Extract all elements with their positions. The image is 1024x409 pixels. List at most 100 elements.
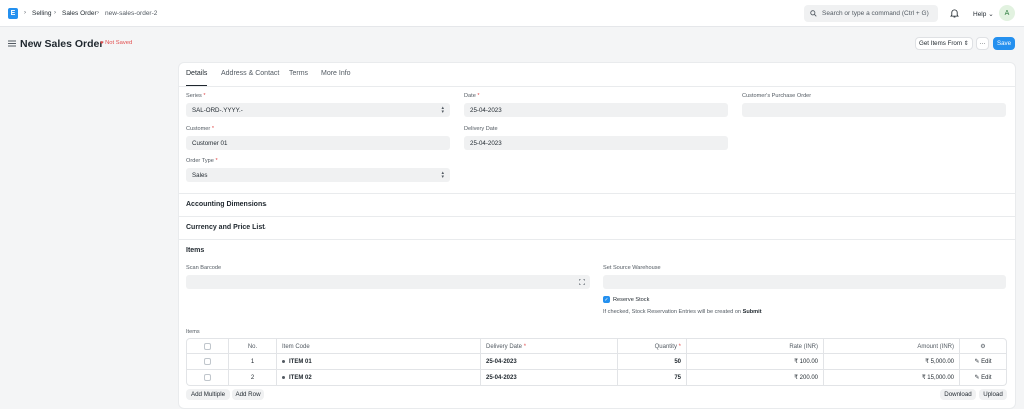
search-input[interactable]: Search or type a command (Ctrl + G) <box>804 5 938 22</box>
items-table-label: Items <box>186 329 200 335</box>
delivery-date-field[interactable]: 25-04-2023 <box>464 136 728 150</box>
row-select-cell <box>187 354 229 369</box>
row-no: 2 <box>229 370 277 385</box>
tab-more-info[interactable]: More Info <box>321 70 351 77</box>
customer-po-field[interactable] <box>742 103 1006 117</box>
accounting-dimensions-section[interactable]: Accounting Dimensions <box>186 201 266 208</box>
grid-settings-cell: ⚙ <box>960 339 1006 354</box>
row-checkbox[interactable] <box>204 358 211 365</box>
customer-field[interactable]: Customer 01 <box>186 136 450 150</box>
navbar: E › Selling › Sales Order › new-sales-or… <box>0 0 1024 27</box>
upload-button[interactable]: Upload <box>979 389 1007 400</box>
row-edit-button[interactable]: ✎ Edit <box>960 354 1006 369</box>
row-rate[interactable]: ₹ 200.00 <box>687 370 824 385</box>
page-head: New Sales Order ● Not Saved Get Items Fr… <box>0 27 1024 60</box>
avatar[interactable]: A <box>999 5 1015 21</box>
row-select-cell <box>187 370 229 385</box>
series-label-text: Series <box>186 93 202 99</box>
reserve-stock-note: If checked, Stock Reservation Entries wi… <box>603 309 762 315</box>
grid-header-select <box>187 339 229 354</box>
col-amount: Amount (INR) <box>824 339 960 354</box>
reserve-stock-label: Reserve Stock <box>613 297 650 303</box>
row-quantity[interactable]: 50 <box>618 354 687 369</box>
row-edit-button[interactable]: ✎ Edit <box>960 370 1006 385</box>
row-item-code[interactable]: ITEM 02 <box>277 370 481 385</box>
search-placeholder: Search or type a command (Ctrl + G) <box>822 10 929 17</box>
dot-icon <box>282 360 285 363</box>
app-logo[interactable]: E <box>8 8 18 19</box>
series-select[interactable]: SAL-ORD-.YYYY.- ▴ ▾ <box>186 103 450 117</box>
add-row-button[interactable]: Add Row <box>232 389 264 400</box>
updown-icon: ⇕ <box>963 40 969 47</box>
row-item-code-text: ITEM 02 <box>289 374 312 381</box>
set-source-warehouse-field[interactable] <box>603 275 1006 289</box>
select-all-checkbox[interactable] <box>204 343 211 350</box>
chevron-right-icon: › <box>54 10 56 16</box>
table-row[interactable]: 2 ITEM 02 25-04-2023 75 ₹ 200.00 ₹ 15,00… <box>186 370 1007 386</box>
more-actions-button[interactable]: ··· <box>976 37 989 50</box>
row-checkbox[interactable] <box>204 374 211 381</box>
tab-terms[interactable]: Terms <box>289 70 308 77</box>
row-edit-label: Edit <box>981 358 992 365</box>
date-label: Date * <box>464 93 480 99</box>
tab-details[interactable]: Details <box>186 70 207 77</box>
select-arrows-icon: ▴ ▾ <box>441 170 444 180</box>
dot-icon <box>282 376 285 379</box>
currency-price-list-section[interactable]: Currency and Price List <box>186 224 265 231</box>
chevron-down-icon[interactable]: ⌄ <box>262 224 267 231</box>
chevron-down-icon[interactable]: ⌄ <box>263 201 268 208</box>
scan-icon[interactable] <box>579 279 585 285</box>
row-delivery-date[interactable]: 25-04-2023 <box>481 354 618 369</box>
get-items-from-button[interactable]: Get Items From ⇕ <box>915 37 973 50</box>
customer-value: Customer 01 <box>192 139 228 147</box>
select-arrows-icon: ▴ ▾ <box>441 105 444 115</box>
date-field[interactable]: 25-04-2023 <box>464 103 728 117</box>
col-quantity-text: Quantity <box>654 343 677 350</box>
row-item-code[interactable]: ITEM 01 <box>277 354 481 369</box>
reserve-note-text: If checked, Stock Reservation Entries wi… <box>603 309 742 315</box>
order-type-label: Order Type * <box>186 158 218 164</box>
pencil-icon: ✎ <box>974 375 980 381</box>
tab-active-indicator <box>186 85 207 86</box>
help-menu[interactable]: Help ⌄ <box>973 10 994 18</box>
row-delivery-date[interactable]: 25-04-2023 <box>481 370 618 385</box>
row-edit-label: Edit <box>981 374 992 381</box>
save-button[interactable]: Save <box>993 37 1015 50</box>
row-amount: ₹ 5,000.00 <box>824 354 960 369</box>
series-label: Series * <box>186 93 206 99</box>
row-amount: ₹ 15,000.00 <box>824 370 960 385</box>
section-divider <box>178 216 1016 217</box>
scan-barcode-label: Scan Barcode <box>186 265 222 271</box>
grid-header: No. Item Code Delivery Date * Quantity *… <box>186 338 1007 354</box>
order-type-select[interactable]: Sales ▴ ▾ <box>186 168 450 182</box>
tab-address-contact[interactable]: Address & Contact <box>221 70 279 77</box>
section-divider <box>178 193 1016 194</box>
col-no: No. <box>229 339 277 354</box>
breadcrumb-current: new-sales-order-2 <box>105 10 158 17</box>
table-row[interactable]: 1 ITEM 01 25-04-2023 50 ₹ 100.00 ₹ 5,000… <box>186 354 1007 370</box>
download-button[interactable]: Download <box>940 389 976 400</box>
set-source-warehouse-label: Set Source Warehouse <box>603 265 661 271</box>
page-title: New Sales Order <box>20 38 104 50</box>
get-items-from-label: Get Items From <box>919 40 963 47</box>
order-type-label-text: Order Type <box>186 158 214 164</box>
breadcrumb-sales-order[interactable]: Sales Order <box>62 10 97 17</box>
col-rate: Rate (INR) <box>687 339 824 354</box>
tab-divider <box>178 86 1016 87</box>
menu-icon[interactable] <box>8 40 16 47</box>
reserve-note-submit: Submit <box>742 309 762 315</box>
add-multiple-button[interactable]: Add Multiple <box>186 389 230 400</box>
breadcrumb-selling[interactable]: Selling <box>32 10 52 17</box>
gear-icon[interactable]: ⚙ <box>980 343 985 350</box>
bell-icon[interactable] <box>950 8 959 18</box>
scan-barcode-input[interactable] <box>186 275 590 289</box>
reserve-stock-checkbox[interactable]: ✓ <box>603 296 610 303</box>
status-badge: ● Not Saved <box>100 40 133 46</box>
col-delivery-date: Delivery Date * <box>481 339 618 354</box>
help-label: Help <box>973 11 987 18</box>
section-divider <box>178 239 1016 240</box>
col-quantity: Quantity * <box>618 339 687 354</box>
row-rate[interactable]: ₹ 100.00 <box>687 354 824 369</box>
row-quantity[interactable]: 75 <box>618 370 687 385</box>
series-value: SAL-ORD-.YYYY.- <box>192 106 243 114</box>
